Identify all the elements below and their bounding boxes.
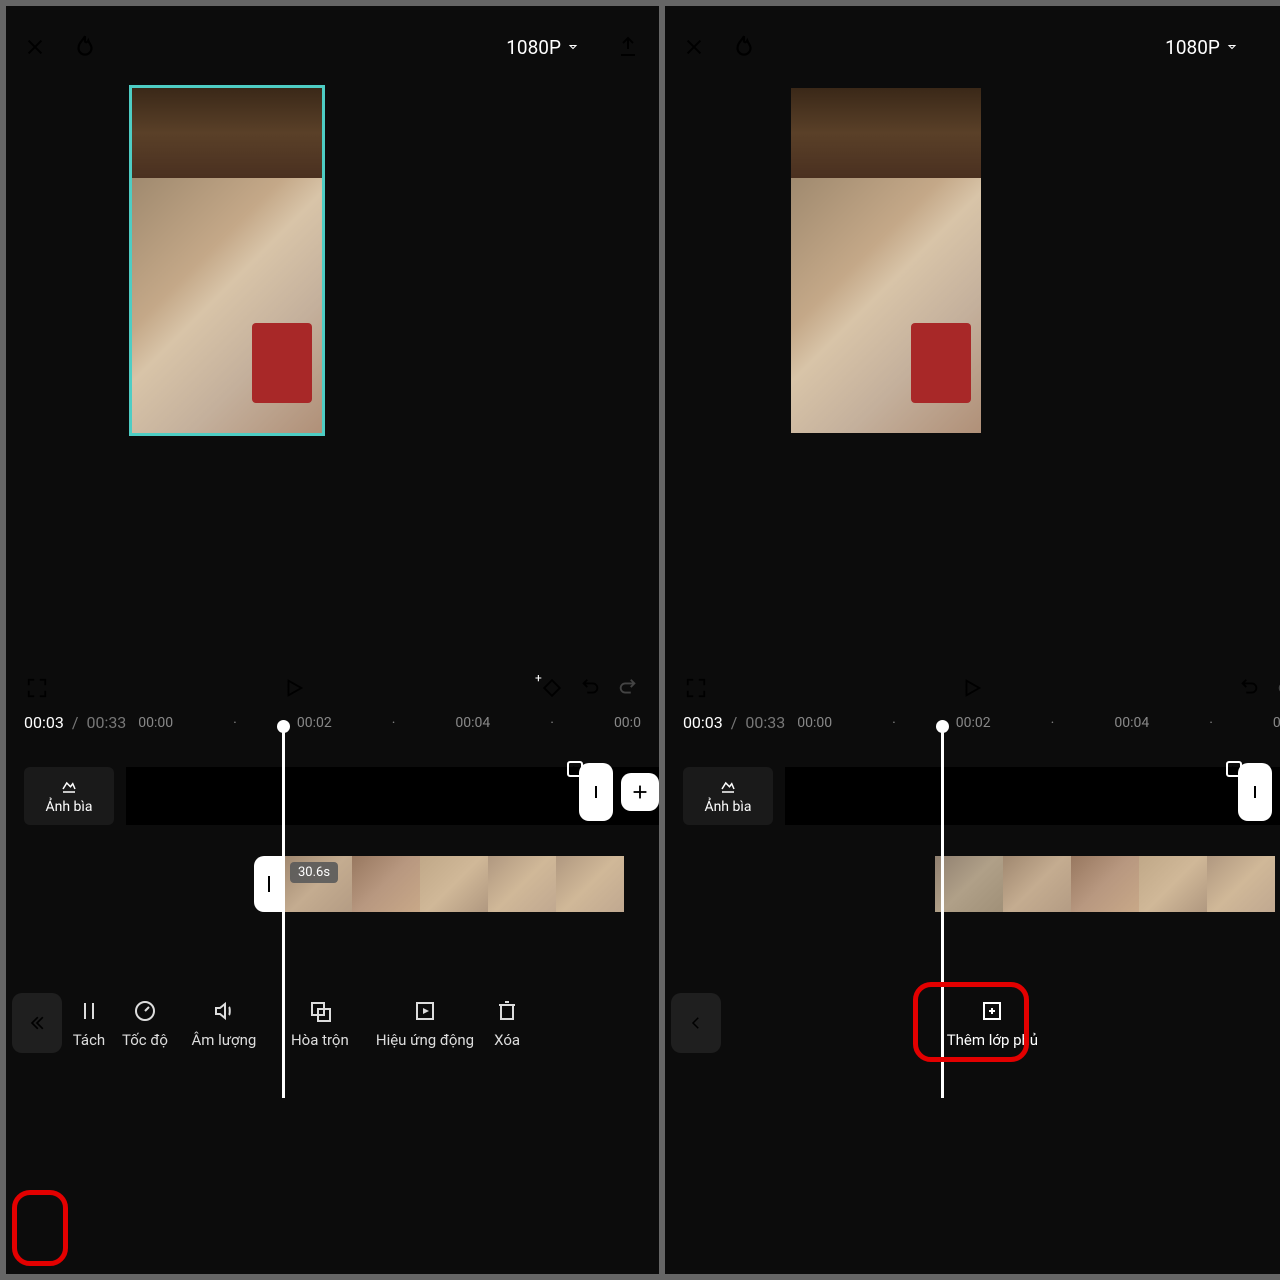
cover-button[interactable]: Ảnh bìa (683, 767, 773, 825)
animation-label: Hiệu ứng động (376, 1031, 474, 1049)
time-display: 00:03 / 00:33 00:00 · 00:02 · 00:04 · 00… (665, 713, 1280, 738)
fullscreen-icon[interactable] (24, 675, 50, 701)
back-button[interactable] (12, 993, 62, 1053)
time-current: 00:03 (24, 713, 64, 732)
undo-icon[interactable] (577, 675, 603, 701)
delete-label: Xóa (494, 1031, 520, 1049)
track-end-handle[interactable] (1238, 763, 1272, 821)
add-track-button[interactable] (621, 773, 659, 811)
split-label: Tách (73, 1031, 105, 1049)
playhead[interactable] (941, 726, 944, 1098)
toolbar: Thêm lớp phủ (665, 978, 1280, 1068)
header: 1080P (6, 6, 659, 88)
split-button[interactable]: Tách (64, 986, 114, 1060)
quality-label: 1080P (1165, 36, 1220, 59)
canvas-area (6, 88, 659, 663)
time-current: 00:03 (683, 713, 723, 732)
blend-label: Hòa trộn (291, 1031, 349, 1049)
time-separator: / (72, 713, 79, 732)
export-icon[interactable] (615, 34, 641, 60)
clip-preview-selected[interactable] (132, 88, 322, 433)
quality-button[interactable]: 1080P (1165, 36, 1238, 59)
cover-label: Ảnh bìa (46, 799, 93, 815)
flame-icon[interactable] (64, 26, 106, 68)
export-icon[interactable] (1274, 34, 1280, 60)
cover-label: Ảnh bìa (704, 799, 751, 815)
time-display: 00:03 / 00:33 00:00 · 00:02 · 00:04 · 00… (6, 713, 659, 738)
playhead[interactable] (282, 726, 285, 1098)
toolbar: Tách Tốc độ Âm lượng Hòa trộn Hiệu ứng đ… (6, 978, 659, 1068)
canvas-area (665, 88, 1280, 663)
header: 1080P (665, 6, 1280, 88)
clip-preview[interactable] (791, 88, 981, 433)
add-overlay-button[interactable]: Thêm lớp phủ (931, 989, 1054, 1057)
editor-screen-right: 1080P 00:03 / 00:33 (665, 6, 1280, 1274)
timeline[interactable]: Ảnh bìa 30.6s (6, 738, 659, 978)
time-ruler: 00:00 · 00:02 · 00:04 · 00:0 (793, 715, 1280, 731)
delete-button[interactable]: Xóa (482, 986, 532, 1060)
redo-icon (1274, 675, 1280, 701)
speed-label: Tốc độ (122, 1031, 168, 1049)
playback-bar (665, 663, 1280, 713)
flame-icon[interactable] (723, 26, 765, 68)
clip-track[interactable] (935, 856, 1280, 912)
keyframe-icon[interactable]: + (539, 675, 565, 701)
cover-button[interactable]: Ảnh bìa (24, 767, 114, 825)
play-icon[interactable] (281, 675, 307, 701)
editor-screen-left: 1080P + (6, 6, 659, 1274)
timeline-track-empty[interactable] (126, 767, 659, 825)
time-total: 00:33 (745, 713, 785, 732)
quality-button[interactable]: 1080P (506, 36, 579, 59)
playback-bar: + (6, 663, 659, 713)
time-ruler: 00:00 · 00:02 · 00:04 · 00:0 (134, 715, 641, 731)
clip-thumbnails[interactable]: 30.6s (284, 856, 659, 912)
clip-track[interactable]: 30.6s (254, 856, 659, 912)
close-icon[interactable] (683, 36, 705, 58)
clip-thumbnails[interactable] (935, 856, 1280, 912)
close-icon[interactable] (24, 36, 46, 58)
redo-icon (615, 675, 641, 701)
clip-handle-left[interactable] (254, 856, 284, 912)
timeline-track-empty[interactable] (785, 767, 1280, 825)
track-end-handle[interactable] (579, 763, 613, 821)
back-button[interactable] (671, 993, 721, 1053)
speed-button[interactable]: Tốc độ (114, 986, 176, 1060)
time-total: 00:33 (86, 713, 126, 732)
play-icon[interactable] (959, 675, 985, 701)
time-separator: / (731, 713, 738, 732)
volume-button[interactable]: Âm lượng (176, 986, 272, 1060)
add-overlay-label: Thêm lớp phủ (947, 1031, 1038, 1049)
timeline[interactable]: Ảnh bìa (665, 738, 1280, 978)
animation-button[interactable]: Hiệu ứng động (368, 986, 482, 1060)
fullscreen-icon[interactable] (683, 675, 709, 701)
undo-icon[interactable] (1236, 675, 1262, 701)
clip-duration-badge: 30.6s (290, 862, 338, 883)
quality-label: 1080P (506, 36, 561, 59)
volume-label: Âm lượng (191, 1031, 256, 1049)
blend-button[interactable]: Hòa trộn (272, 986, 368, 1060)
